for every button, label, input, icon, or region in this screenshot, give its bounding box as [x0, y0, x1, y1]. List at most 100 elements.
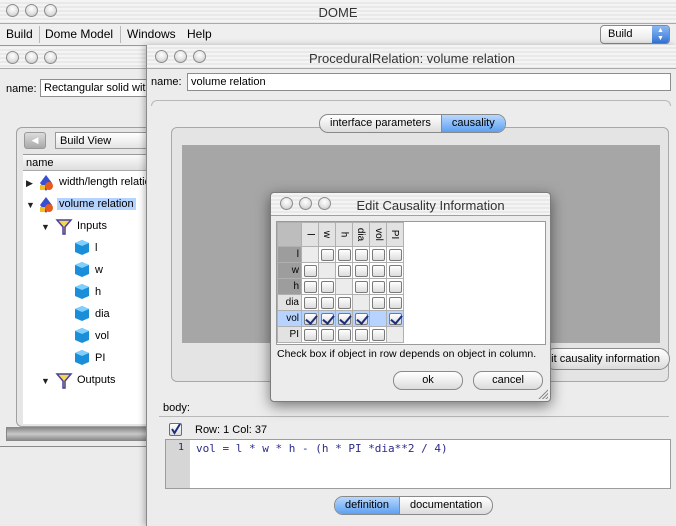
row-header: dia [277, 294, 302, 311]
tree-item-param[interactable]: w [23, 260, 150, 282]
code-line[interactable]: vol = l * w * h - (h * PI *dia**2 / 4) [196, 442, 448, 455]
menu-help[interactable]: Help [187, 27, 212, 41]
dependency-checkbox[interactable] [388, 264, 402, 277]
line-number-gutter: 1 [166, 440, 190, 488]
view-select[interactable]: Build View [55, 132, 150, 149]
dependency-checkbox[interactable] [337, 248, 351, 261]
dependency-checkbox[interactable] [320, 280, 334, 293]
matrix-cell [301, 326, 319, 343]
matrix-cell [301, 262, 319, 279]
matrix-row: w [277, 262, 404, 279]
tab-causality[interactable]: causality [440, 115, 505, 132]
tree-item-inputs[interactable]: ▼ Inputs [23, 216, 150, 238]
collapse-triangle-icon[interactable]: ▼ [41, 222, 50, 232]
menu-bar: Build Dome Model Windows Help [0, 24, 676, 46]
dependency-checkbox[interactable] [303, 312, 317, 325]
matrix-cell [335, 246, 353, 263]
dialog-titlebar: Edit Causality Information [271, 193, 550, 216]
dependency-checkbox[interactable] [303, 328, 317, 341]
dependency-checkbox[interactable] [371, 328, 385, 341]
code-editor[interactable]: 1 vol = l * w * h - (h * PI *dia**2 / 4) [165, 439, 671, 489]
matrix-cell [318, 310, 336, 327]
minimize-window-button[interactable] [25, 51, 38, 64]
dependency-checkbox[interactable] [388, 312, 402, 325]
dependency-checkbox[interactable] [303, 280, 317, 293]
tree-item-param[interactable]: l [23, 238, 150, 260]
menu-windows[interactable]: Windows [127, 27, 176, 41]
dependency-checkbox[interactable] [371, 248, 385, 261]
row-header: h [277, 278, 302, 295]
dependency-checkbox[interactable] [337, 264, 351, 277]
tree-item-param[interactable]: PI [23, 348, 150, 370]
dependency-checkbox[interactable] [371, 296, 385, 309]
dependency-checkbox[interactable] [320, 248, 334, 261]
dependency-checkbox[interactable] [320, 296, 334, 309]
dependency-checkbox[interactable] [354, 312, 368, 325]
dependency-checkbox[interactable] [337, 296, 351, 309]
expand-triangle-icon[interactable]: ▶ [26, 178, 33, 189]
relation-name-field[interactable]: volume relation [187, 73, 671, 91]
matrix-row: dia [277, 294, 404, 311]
window-controls [6, 51, 57, 64]
tree-item-outputs[interactable]: ▼ Outputs [23, 370, 150, 392]
dependency-checkbox[interactable] [303, 296, 317, 309]
matrix-cell [369, 294, 387, 311]
dependency-checkbox[interactable] [354, 248, 368, 261]
column-header-l: l [301, 222, 319, 247]
model-name-field[interactable]: Rectangular solid with hole [40, 79, 152, 97]
zoom-window-button[interactable] [44, 51, 57, 64]
back-arrow-icon[interactable]: ◀ [24, 132, 46, 149]
body-divider [159, 416, 669, 417]
menu-dome-model[interactable]: Dome Model [45, 27, 113, 41]
tree-column-header[interactable]: name [23, 155, 150, 171]
relation-titlebar: ProceduralRelation: volume relation [147, 45, 676, 69]
edit-causality-button[interactable]: Edit causality information [544, 348, 670, 370]
relation-icon [40, 175, 53, 191]
collapse-triangle-icon[interactable]: ▼ [41, 376, 50, 386]
dependency-checkbox[interactable] [303, 264, 317, 277]
dependency-checkbox[interactable] [388, 296, 402, 309]
column-header-dia: dia [352, 222, 370, 247]
matrix-cell [369, 262, 387, 279]
matrix-corner [277, 222, 302, 247]
tree-item-width-length-relation[interactable]: ▶ width/length relation [23, 172, 150, 194]
dependency-checkbox[interactable] [371, 264, 385, 277]
tree-item-label: vol [95, 330, 110, 342]
matrix-cell [301, 294, 319, 311]
causality-matrix: l w h dia vol PI l w h dia vol PI [276, 221, 546, 345]
tab-documentation[interactable]: documentation [399, 497, 492, 514]
collapse-triangle-icon[interactable]: ▼ [26, 200, 35, 210]
mode-select[interactable]: Build ▲ ▼ [600, 25, 670, 44]
dependency-checkbox[interactable] [371, 280, 385, 293]
checkmark-toggle-button[interactable] [169, 423, 182, 436]
resize-grip-icon[interactable] [537, 388, 548, 399]
dependency-checkbox[interactable] [354, 264, 368, 277]
dependency-checkbox[interactable] [388, 248, 402, 261]
tree-item-param[interactable]: h [23, 282, 150, 304]
ok-button[interactable]: ok [393, 371, 463, 390]
close-window-button[interactable] [6, 51, 19, 64]
dependency-checkbox[interactable] [337, 328, 351, 341]
tab-interface-parameters[interactable]: interface parameters [320, 115, 441, 132]
matrix-diagonal-cell [301, 246, 319, 263]
matrix-cell [318, 326, 336, 343]
tree-item-label: w [95, 264, 103, 276]
horizontal-scrollbar[interactable] [6, 427, 150, 441]
menu-build[interactable]: Build [6, 27, 33, 41]
parameter-cube-icon [75, 328, 89, 343]
dependency-checkbox[interactable] [388, 280, 402, 293]
cancel-button[interactable]: cancel [473, 371, 543, 390]
matrix-cell [369, 326, 387, 343]
dependency-checkbox[interactable] [354, 280, 368, 293]
dependency-checkbox[interactable] [354, 328, 368, 341]
matrix-cell [369, 246, 387, 263]
menu-separator [120, 26, 121, 43]
tab-definition[interactable]: definition [335, 497, 400, 514]
tree-item-volume-relation[interactable]: ▼ volume relation [23, 194, 150, 216]
menu-separator [39, 26, 40, 43]
dependency-checkbox[interactable] [320, 328, 334, 341]
dependency-checkbox[interactable] [337, 312, 351, 325]
dependency-checkbox[interactable] [320, 312, 334, 325]
tree-item-param[interactable]: vol [23, 326, 150, 348]
tree-item-param[interactable]: dia [23, 304, 150, 326]
